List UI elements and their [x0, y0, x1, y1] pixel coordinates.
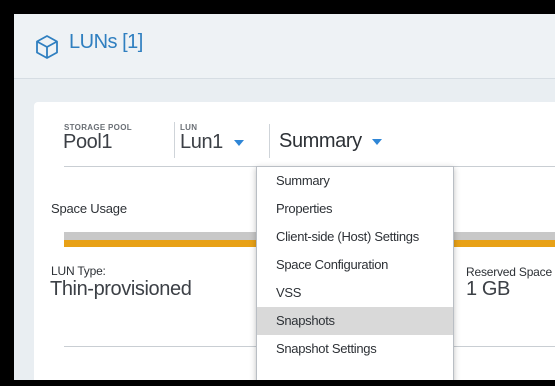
menu-item-vss[interactable]: VSS	[257, 279, 453, 307]
lun-panel: LUNs [1] STORAGE POOL Pool1 LUN Lun1 Sum…	[14, 14, 555, 386]
menu-item-client-side-host-settings[interactable]: Client-side (Host) Settings	[257, 223, 453, 251]
view-select[interactable]: Summary	[276, 128, 396, 162]
view-select-value: Summary	[279, 130, 362, 152]
selector-divider	[269, 124, 270, 158]
space-usage-heading: Space Usage	[51, 201, 127, 216]
cube-icon	[36, 35, 58, 59]
menu-item-properties[interactable]: Properties	[257, 195, 453, 223]
lun-type-value: Thin-provisioned	[50, 278, 192, 300]
menu-item-snapshots[interactable]: Snapshots	[257, 307, 453, 335]
page-title: LUNs [1]	[69, 31, 143, 53]
header-divider	[14, 78, 555, 79]
chevron-down-icon	[234, 140, 244, 146]
selector-divider	[174, 122, 175, 158]
menu-item-snapshot-settings[interactable]: Snapshot Settings	[257, 335, 453, 363]
lun-select[interactable]: LUN Lun1	[180, 120, 264, 160]
menu-item-space-configuration[interactable]: Space Configuration	[257, 251, 453, 279]
view-dropdown-menu: Summary Properties Client-side (Host) Se…	[256, 166, 454, 386]
lun-type-label: LUN Type:	[51, 264, 106, 278]
chevron-down-icon	[372, 139, 382, 145]
lun-value: Lun1	[180, 131, 223, 153]
storage-pool-value: Pool1	[63, 131, 113, 153]
menu-item-summary[interactable]: Summary	[257, 167, 453, 195]
panel-header: LUNs [1]	[14, 14, 555, 78]
reserved-space-label: Reserved Space	[466, 265, 552, 279]
bottom-border	[14, 380, 555, 386]
reserved-space-value: 1 GB	[466, 278, 510, 300]
